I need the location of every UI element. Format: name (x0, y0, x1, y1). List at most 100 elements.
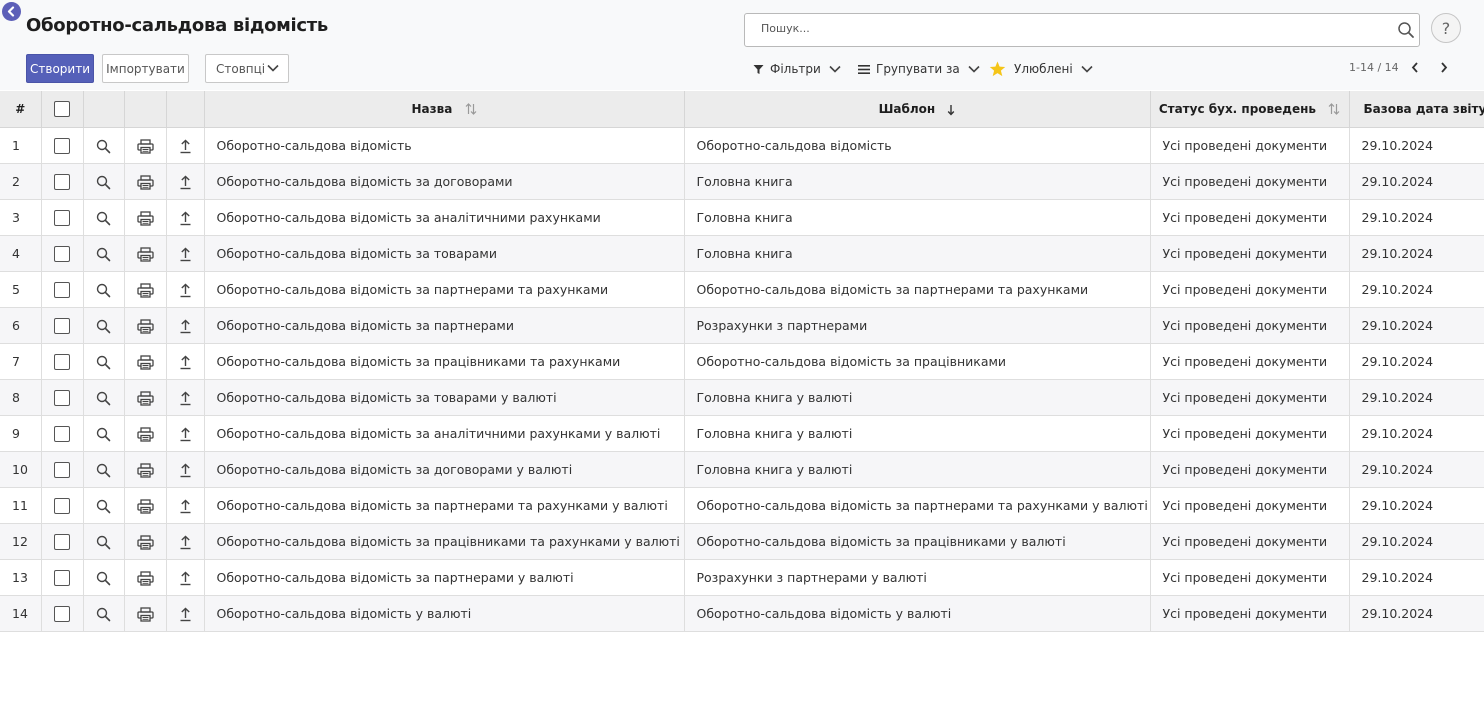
search-icon[interactable] (96, 463, 111, 478)
print-icon[interactable] (136, 210, 154, 226)
upload-icon[interactable] (179, 607, 192, 622)
row-open-cell (83, 235, 125, 272)
search-icon[interactable] (96, 175, 111, 190)
search-icon[interactable] (96, 499, 111, 514)
search-icon[interactable] (96, 535, 111, 550)
table-row[interactable]: 6 Оборотно-сальдова відомість за партнер… (0, 307, 1484, 344)
print-icon[interactable] (136, 570, 154, 586)
upload-icon[interactable] (179, 355, 192, 370)
table-row[interactable]: 14 Оборотно-сальдова відомість у валюті … (0, 595, 1484, 632)
row-checkbox[interactable] (54, 173, 70, 190)
pager-previous-button[interactable] (1408, 59, 1422, 75)
chevron-down-icon (267, 64, 279, 72)
row-checkbox[interactable] (54, 389, 70, 406)
upload-icon[interactable] (179, 175, 192, 190)
row-checkbox[interactable] (54, 137, 70, 154)
select-all-checkbox[interactable] (54, 101, 70, 117)
column-header-template[interactable]: Шаблон (684, 91, 1151, 128)
row-checkbox[interactable] (54, 281, 70, 298)
search-icon[interactable] (96, 391, 111, 406)
row-checkbox[interactable] (54, 569, 70, 586)
print-icon[interactable] (136, 354, 154, 370)
search-icon[interactable] (1397, 21, 1415, 39)
upload-icon[interactable] (179, 139, 192, 154)
print-icon[interactable] (136, 390, 154, 406)
print-icon[interactable] (136, 138, 154, 154)
print-icon[interactable] (136, 606, 154, 622)
upload-icon[interactable] (179, 499, 192, 514)
search-icon[interactable] (96, 247, 111, 262)
control-panel: Оборотно-сальдова відомість Створити Імп… (0, 0, 1484, 90)
row-number: 7 (0, 343, 42, 380)
row-checkbox[interactable] (54, 461, 70, 478)
columns-button[interactable]: Стовпці (205, 54, 289, 83)
row-template: Оборотно-сальдова відомість (684, 127, 1151, 164)
reports-table: # Назва Шаблон Статус бух. проведень Баз… (0, 91, 1484, 632)
column-header-select (41, 91, 84, 128)
search-icon[interactable] (96, 139, 111, 154)
search-icon[interactable] (96, 355, 111, 370)
table-row[interactable]: 11 Оборотно-сальдова відомість за партне… (0, 487, 1484, 524)
print-icon[interactable] (136, 462, 154, 478)
row-checkbox[interactable] (54, 425, 70, 442)
upload-icon[interactable] (179, 535, 192, 550)
upload-icon[interactable] (179, 319, 192, 334)
back-button[interactable] (2, 2, 21, 21)
pager-value[interactable]: 1-14 / 14 (1349, 61, 1399, 74)
upload-icon[interactable] (179, 283, 192, 298)
print-icon[interactable] (136, 318, 154, 334)
create-button[interactable]: Створити (26, 54, 94, 83)
row-checkbox[interactable] (54, 245, 70, 262)
row-checkbox[interactable] (54, 605, 70, 622)
upload-icon[interactable] (179, 211, 192, 226)
table-row[interactable]: 13 Оборотно-сальдова відомість за партне… (0, 559, 1484, 596)
table-row[interactable]: 4 Оборотно-сальдова відомість за товарам… (0, 235, 1484, 272)
search-icon[interactable] (96, 319, 111, 334)
table-row[interactable]: 1 Оборотно-сальдова відомість Оборотно-с… (0, 127, 1484, 164)
search-icon[interactable] (96, 283, 111, 298)
row-name: Оборотно-сальдова відомість за партнерам… (204, 487, 685, 524)
print-icon[interactable] (136, 246, 154, 262)
row-checkbox[interactable] (54, 353, 70, 370)
row-open-cell (83, 595, 125, 632)
search-input[interactable] (761, 22, 1381, 35)
row-template: Оборотно-сальдова відомість за партнерам… (684, 271, 1151, 308)
print-icon[interactable] (136, 498, 154, 514)
column-header-status[interactable]: Статус бух. проведень (1150, 91, 1350, 128)
help-button[interactable]: ? (1431, 13, 1461, 43)
row-name: Оборотно-сальдова відомість за аналітичн… (204, 199, 685, 236)
search-icon[interactable] (96, 211, 111, 226)
upload-icon[interactable] (179, 391, 192, 406)
print-icon[interactable] (136, 426, 154, 442)
group-by-dropdown[interactable]: Групувати за (858, 59, 980, 79)
table-row[interactable]: 7 Оборотно-сальдова відомість за працівн… (0, 343, 1484, 380)
table-row[interactable]: 10 Оборотно-сальдова відомість за догово… (0, 451, 1484, 488)
upload-icon[interactable] (179, 571, 192, 586)
row-checkbox[interactable] (54, 497, 70, 514)
pager-next-button[interactable] (1437, 59, 1451, 75)
search-icon[interactable] (96, 571, 111, 586)
table-row[interactable]: 3 Оборотно-сальдова відомість за аналіти… (0, 199, 1484, 236)
print-icon[interactable] (136, 174, 154, 190)
table-row[interactable]: 2 Оборотно-сальдова відомість за договор… (0, 163, 1484, 200)
search-icon[interactable] (96, 427, 111, 442)
row-checkbox[interactable] (54, 317, 70, 334)
upload-icon[interactable] (179, 463, 192, 478)
row-checkbox[interactable] (54, 533, 70, 550)
table-row[interactable]: 9 Оборотно-сальдова відомість за аналіти… (0, 415, 1484, 452)
import-button[interactable]: Імпортувати (102, 54, 189, 83)
search-icon[interactable] (96, 607, 111, 622)
table-row[interactable]: 5 Оборотно-сальдова відомість за партнер… (0, 271, 1484, 308)
table-row[interactable]: 12 Оборотно-сальдова відомість за праців… (0, 523, 1484, 560)
upload-icon[interactable] (179, 427, 192, 442)
print-icon[interactable] (136, 282, 154, 298)
print-icon[interactable] (136, 534, 154, 550)
filters-dropdown[interactable]: Фільтри (753, 59, 841, 79)
row-name: Оборотно-сальдова відомість (204, 127, 685, 164)
upload-icon[interactable] (179, 247, 192, 262)
table-row[interactable]: 8 Оборотно-сальдова відомість за товарам… (0, 379, 1484, 416)
column-header-name[interactable]: Назва (204, 91, 685, 128)
favorites-dropdown[interactable]: Улюблені (989, 59, 1093, 79)
column-header-date[interactable]: Базова дата звіту (1349, 91, 1484, 128)
row-checkbox[interactable] (54, 209, 70, 226)
